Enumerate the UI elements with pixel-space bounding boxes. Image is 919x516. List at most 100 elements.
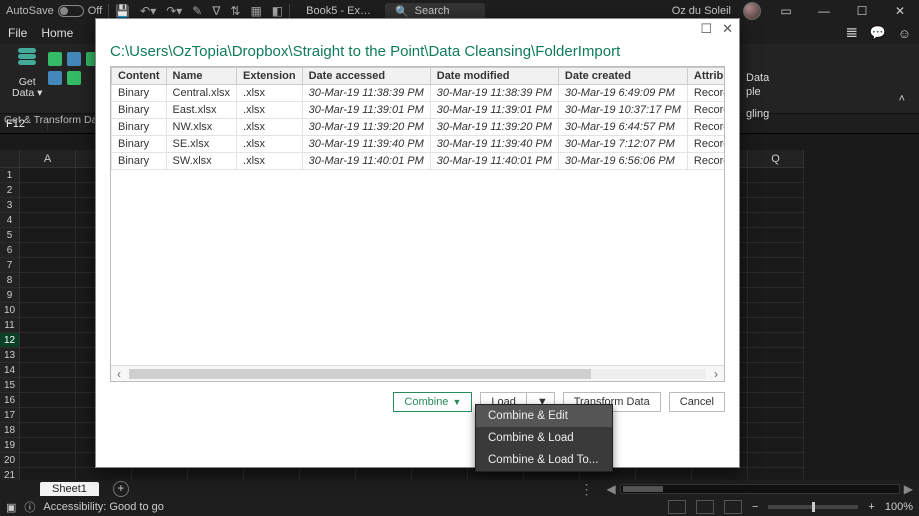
cell[interactable] bbox=[748, 303, 804, 318]
from-text-icon[interactable] bbox=[48, 52, 62, 66]
table-scroll-right-icon[interactable]: › bbox=[708, 367, 724, 381]
row-header[interactable]: 2 bbox=[0, 183, 20, 198]
table-horizontal-scrollbar[interactable]: ‹ › bbox=[111, 365, 724, 381]
cancel-button[interactable]: Cancel bbox=[669, 392, 725, 412]
row-header[interactable]: 3 bbox=[0, 198, 20, 213]
cell[interactable] bbox=[20, 378, 76, 393]
cell[interactable] bbox=[20, 393, 76, 408]
select-all-corner[interactable] bbox=[0, 150, 20, 168]
row-header[interactable]: 11 bbox=[0, 318, 20, 333]
cell[interactable] bbox=[20, 363, 76, 378]
column-header[interactable]: Q bbox=[748, 150, 804, 168]
recent-icon[interactable] bbox=[48, 71, 62, 85]
row-header[interactable]: 10 bbox=[0, 303, 20, 318]
share-icon[interactable]: 𝌆 bbox=[846, 25, 858, 41]
table-column-header[interactable]: Date modified bbox=[430, 68, 558, 85]
record-macro-icon[interactable]: ▣ bbox=[6, 501, 16, 514]
dialog-close-icon[interactable]: ✕ bbox=[722, 21, 733, 37]
cell[interactable] bbox=[20, 348, 76, 363]
cell[interactable] bbox=[748, 168, 804, 183]
comments-icon[interactable]: 💬 bbox=[870, 25, 886, 41]
sheet-tab[interactable]: Sheet1 bbox=[40, 482, 99, 496]
zoom-in-icon[interactable]: + bbox=[868, 501, 874, 513]
table-column-header[interactable]: Date created bbox=[558, 68, 687, 85]
cell[interactable] bbox=[20, 258, 76, 273]
normal-view-icon[interactable] bbox=[668, 500, 686, 514]
hscroll-right-icon[interactable]: ▶ bbox=[904, 482, 913, 496]
sort-icon[interactable]: ⇅ bbox=[230, 4, 240, 18]
tab-options-icon[interactable]: ⋮ bbox=[580, 481, 595, 498]
new-sheet-button[interactable]: + bbox=[113, 481, 129, 497]
cell[interactable] bbox=[748, 273, 804, 288]
row-header[interactable]: 9 bbox=[0, 288, 20, 303]
cell[interactable] bbox=[20, 228, 76, 243]
cell[interactable] bbox=[20, 273, 76, 288]
redo-icon[interactable]: ↷▾ bbox=[166, 4, 182, 18]
row-header[interactable]: 1 bbox=[0, 168, 20, 183]
row-header[interactable]: 4 bbox=[0, 213, 20, 228]
table-column-header[interactable]: Date accessed bbox=[302, 68, 430, 85]
column-header[interactable]: A bbox=[20, 150, 76, 168]
zoom-out-icon[interactable]: − bbox=[752, 501, 758, 513]
tab-home[interactable]: Home bbox=[41, 26, 73, 40]
camera-icon[interactable]: ◧ bbox=[272, 4, 283, 18]
table-row[interactable]: BinaryCentral.xlsx.xlsx30-Mar-19 11:38:3… bbox=[112, 85, 726, 102]
cell[interactable] bbox=[748, 438, 804, 453]
cell[interactable] bbox=[20, 408, 76, 423]
cell[interactable] bbox=[748, 243, 804, 258]
cell[interactable] bbox=[20, 333, 76, 348]
hscroll-left-icon[interactable]: ◀ bbox=[607, 482, 616, 496]
page-break-view-icon[interactable] bbox=[724, 500, 742, 514]
cell[interactable] bbox=[20, 453, 76, 468]
cell[interactable] bbox=[748, 333, 804, 348]
get-data-button[interactable]: GetData ▾ bbox=[6, 48, 48, 109]
combine-edit-item[interactable]: Combine & Edit bbox=[476, 405, 612, 427]
filter-icon[interactable]: ∇ bbox=[212, 4, 220, 18]
table-scroll-left-icon[interactable]: ‹ bbox=[111, 367, 127, 381]
row-header[interactable]: 7 bbox=[0, 258, 20, 273]
from-web-icon[interactable] bbox=[67, 52, 81, 66]
save-icon[interactable]: 💾 bbox=[115, 4, 130, 18]
accessibility-icon[interactable]: ⓘ bbox=[24, 499, 35, 515]
cell[interactable] bbox=[748, 318, 804, 333]
cell[interactable] bbox=[20, 423, 76, 438]
ribbon-display-icon[interactable]: ▭ bbox=[773, 4, 799, 18]
row-header[interactable]: 19 bbox=[0, 438, 20, 453]
cell[interactable] bbox=[748, 183, 804, 198]
table-column-header[interactable]: Attributes bbox=[687, 68, 725, 85]
cell[interactable] bbox=[20, 243, 76, 258]
page-layout-view-icon[interactable] bbox=[696, 500, 714, 514]
table-row[interactable]: BinaryNW.xlsx.xlsx30-Mar-19 11:39:20 PM3… bbox=[112, 119, 726, 136]
existing-icon[interactable] bbox=[67, 71, 81, 85]
cell[interactable] bbox=[748, 198, 804, 213]
cell[interactable] bbox=[748, 363, 804, 378]
minimize-icon[interactable]: — bbox=[811, 4, 837, 18]
cell[interactable] bbox=[748, 453, 804, 468]
search-box[interactable]: 🔍 Search bbox=[385, 3, 485, 20]
table-icon[interactable]: ▦ bbox=[250, 4, 261, 18]
cell[interactable] bbox=[20, 183, 76, 198]
row-header[interactable]: 14 bbox=[0, 363, 20, 378]
combine-load-to-item[interactable]: Combine & Load To... bbox=[476, 449, 612, 471]
row-header[interactable]: 8 bbox=[0, 273, 20, 288]
table-column-header[interactable]: Name bbox=[166, 68, 236, 85]
row-header[interactable]: 16 bbox=[0, 393, 20, 408]
table-column-header[interactable]: Extension bbox=[237, 68, 303, 85]
close-icon[interactable]: ✕ bbox=[887, 4, 913, 18]
zoom-slider[interactable] bbox=[768, 505, 858, 509]
row-header[interactable]: 18 bbox=[0, 423, 20, 438]
undo-icon[interactable]: ↶▾ bbox=[140, 4, 156, 18]
cell[interactable] bbox=[20, 303, 76, 318]
table-row[interactable]: BinarySE.xlsx.xlsx30-Mar-19 11:39:40 PM3… bbox=[112, 136, 726, 153]
smiley-icon[interactable]: ☺ bbox=[898, 26, 911, 41]
cell[interactable] bbox=[748, 348, 804, 363]
cell[interactable] bbox=[748, 378, 804, 393]
cell[interactable] bbox=[748, 408, 804, 423]
cell[interactable] bbox=[748, 213, 804, 228]
cell[interactable] bbox=[748, 423, 804, 438]
cell[interactable] bbox=[20, 438, 76, 453]
cell[interactable] bbox=[748, 258, 804, 273]
combine-button[interactable]: Combine ▼ bbox=[393, 392, 472, 412]
table-row[interactable]: BinaryEast.xlsx.xlsx30-Mar-19 11:39:01 P… bbox=[112, 102, 726, 119]
row-header[interactable]: 12 bbox=[0, 333, 20, 348]
